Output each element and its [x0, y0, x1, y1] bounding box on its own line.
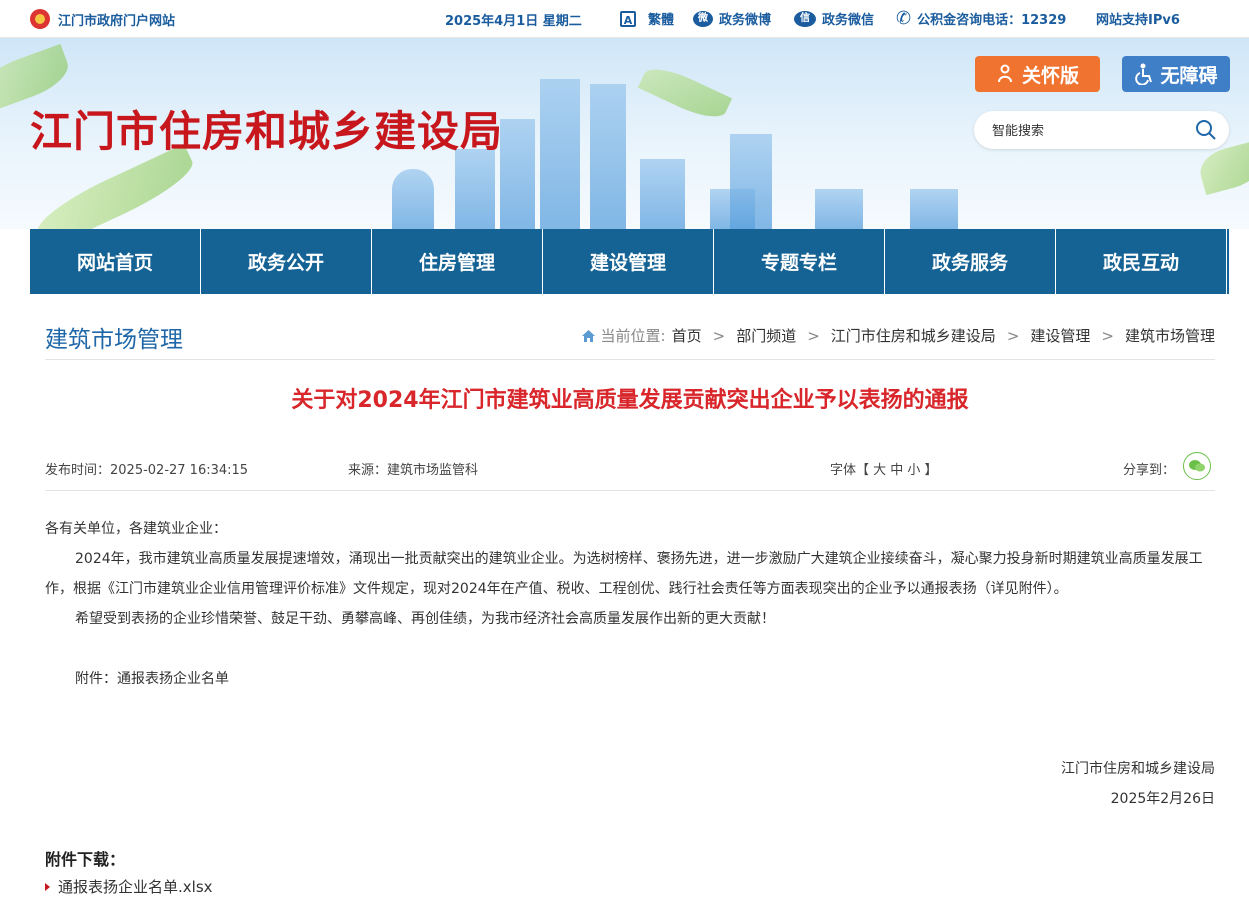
divider	[45, 490, 1215, 491]
traditional-chinese-link[interactable]: A 繁體	[620, 9, 674, 28]
breadcrumb-separator: >	[712, 326, 726, 345]
breadcrumb-separator: >	[1006, 326, 1020, 345]
salutation: 各有关单位，各建筑业企业：	[45, 521, 227, 537]
search-input[interactable]	[990, 120, 1184, 142]
top-bar: 江门市政府门户网站 2025年4月1日 星期二 A 繁體 微 政务微博 信 政务…	[0, 0, 1249, 38]
breadcrumb-bureau[interactable]: 江门市住房和城乡建设局	[831, 325, 996, 346]
section-title: 建筑市场管理	[45, 327, 183, 353]
building-decoration	[815, 189, 863, 229]
search-icon[interactable]	[1195, 119, 1217, 141]
building-decoration	[910, 189, 958, 229]
breadcrumb-dept-channel[interactable]: 部门频道	[736, 325, 796, 346]
bullet-arrow-icon	[45, 882, 50, 891]
breadcrumb-construction[interactable]: 建设管理	[1030, 325, 1090, 346]
nav-item-housing[interactable]: 住房管理	[372, 229, 543, 294]
building-decoration	[590, 84, 626, 229]
article-body: 各有关单位，各建筑业企业： 2024年，我市建筑业高质量发展提速增效，涌现出一批…	[45, 514, 1215, 694]
traditional-label: 繁體	[648, 13, 675, 28]
breadcrumb-home[interactable]: 首页	[672, 325, 702, 346]
signer: 江门市住房和城乡建设局	[1061, 761, 1215, 777]
care-icon	[997, 64, 1012, 83]
wechat-share-icon[interactable]	[1183, 452, 1211, 480]
national-emblem-icon	[30, 9, 50, 29]
sign-date: 2025年2月26日	[1110, 791, 1215, 807]
article-source: 来源：建筑市场监管科	[348, 463, 479, 478]
publish-time: 发布时间：2025-02-27 16:34:15	[45, 463, 249, 478]
wechat-link[interactable]: 信 政务微信	[794, 9, 874, 28]
building-decoration	[500, 119, 535, 229]
wechat-label: 政务微信	[822, 13, 875, 28]
paragraph: 2024年，我市建筑业高质量发展提速增效，涌现出一批贡献突出的建筑业企业。为选树…	[45, 551, 1203, 597]
building-decoration	[540, 79, 580, 229]
leaf-decoration	[1195, 140, 1249, 196]
breadcrumb-label: 当前位置:	[600, 327, 666, 345]
wechat-share-glyph	[1189, 460, 1205, 472]
nav-item-home[interactable]: 网站首页	[30, 229, 201, 294]
nav-item-topics[interactable]: 专题专栏	[714, 229, 885, 294]
traditional-icon: A	[620, 10, 636, 27]
breadcrumb-separator: >	[1101, 326, 1114, 345]
nav-item-interaction[interactable]: 政民互动	[1056, 229, 1227, 294]
building-decoration	[640, 159, 685, 229]
attachment-link[interactable]: 通报表扬企业名单.xlsx	[45, 876, 213, 897]
accessibility-label: 无障碍	[1160, 64, 1218, 87]
hotline-label: 公积金咨询电话：12329	[917, 13, 1067, 28]
wechat-icon: 信	[794, 10, 816, 27]
share-label: 分享到：	[1123, 463, 1176, 478]
accessibility-button[interactable]: 无障碍	[1122, 56, 1230, 92]
weibo-link[interactable]: 微 政务微博	[693, 9, 771, 28]
building-decoration	[392, 169, 434, 229]
breadcrumb-market[interactable]: 建筑市场管理	[1125, 325, 1215, 346]
building-decoration	[730, 134, 772, 229]
phone-icon: ✆	[896, 7, 912, 29]
site-title: 江门市住房和城乡建设局	[30, 107, 504, 156]
attachment-note: 附件：通报表扬企业名单	[75, 671, 229, 687]
ipv6-label: 网站支持IPv6	[1096, 13, 1180, 28]
attachment-filename: 通报表扬企业名单.xlsx	[58, 878, 213, 896]
nav-item-construction[interactable]: 建设管理	[543, 229, 714, 294]
weibo-label: 政务微博	[719, 13, 772, 28]
breadcrumb: 当前位置: 首页 > 部门频道 > 江门市住房和城乡建设局 > 建设管理 > 建…	[581, 325, 1215, 346]
hotline-info: ✆ 公积金咨询电话：12329	[896, 9, 1066, 28]
weibo-icon: 微	[693, 10, 713, 27]
home-icon	[581, 329, 595, 342]
care-mode-label: 关怀版	[1021, 64, 1079, 87]
portal-link[interactable]: 江门市政府门户网站	[30, 9, 175, 29]
main-nav: 网站首页 政务公开 住房管理 建设管理 专题专栏 政务服务 政民互动	[30, 229, 1229, 294]
article-title: 关于对2024年江门市建筑业高质量发展贡献突出企业予以表扬的通报	[291, 388, 969, 413]
font-size-switcher[interactable]: 字体【 大 中 小 】	[830, 459, 938, 478]
leaf-decoration	[637, 60, 733, 126]
divider	[45, 359, 1215, 360]
care-mode-button[interactable]: 关怀版	[975, 56, 1100, 92]
header-banner: 江门市住房和城乡建设局 关怀版 无障碍	[0, 38, 1249, 229]
building-decoration	[455, 149, 495, 229]
ipv6-badge: 网站支持IPv6	[1096, 9, 1180, 28]
search-box	[974, 111, 1229, 149]
attachments-heading: 附件下载：	[45, 850, 126, 869]
current-date: 2025年4月1日 星期二	[445, 14, 582, 29]
breadcrumb-separator: >	[807, 326, 820, 345]
nav-item-services[interactable]: 政务服务	[885, 229, 1056, 294]
portal-link-label: 江门市政府门户网站	[58, 13, 176, 29]
paragraph: 希望受到表扬的企业珍惜荣誉、鼓足干劲、勇攀高峰、再创佳绩，为我市经济社会高质量发…	[75, 611, 775, 627]
nav-item-gov-affairs[interactable]: 政务公开	[201, 229, 372, 294]
wheelchair-icon	[1135, 63, 1153, 85]
